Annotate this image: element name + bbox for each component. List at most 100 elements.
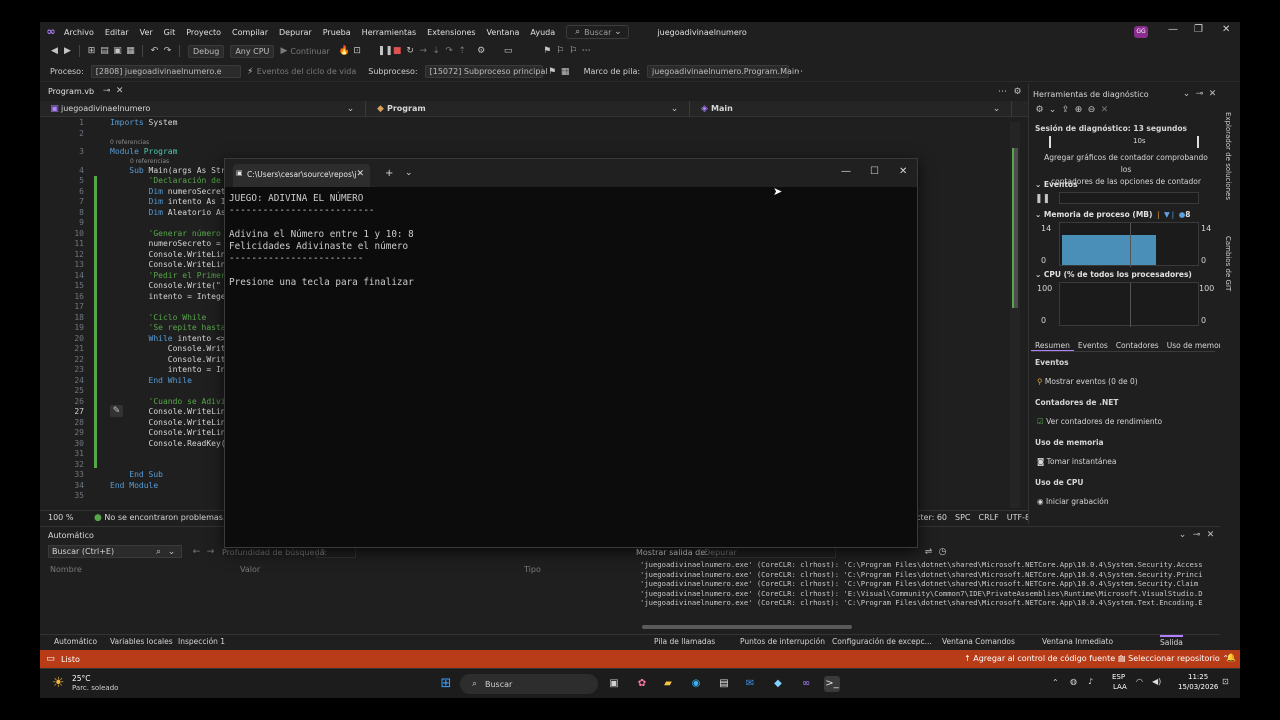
search-box[interactable]: ⌕ Buscar ⌄ bbox=[566, 25, 630, 39]
menu-item[interactable]: Compilar bbox=[232, 28, 268, 37]
flag-icon[interactable]: ⚑ bbox=[546, 66, 559, 78]
bookmark-prev-icon[interactable]: ⚐ bbox=[554, 45, 567, 57]
code-line[interactable]: 'Pedir el Primer bbox=[110, 271, 226, 280]
events-section-title[interactable]: ⌄ Eventos bbox=[1035, 180, 1078, 189]
volume-icon[interactable]: ◀) bbox=[1152, 677, 1161, 686]
diag-tab[interactable]: Eventos bbox=[1074, 341, 1112, 350]
search-back-icon[interactable]: ← bbox=[190, 546, 203, 558]
save-icon[interactable]: ▣ bbox=[111, 45, 124, 57]
method-nav-select[interactable]: ◈ Main ⌄ bbox=[690, 100, 1012, 117]
console-tab[interactable]: ▣ C:\Users\cesar\source\repos\j ✕ bbox=[233, 164, 370, 187]
weather-desc[interactable]: Parc. soleado bbox=[72, 684, 118, 692]
code-line[interactable]: Module Program bbox=[110, 147, 177, 156]
continue-icon[interactable]: ▶ bbox=[277, 45, 290, 57]
show-events-link[interactable]: ⚲ Mostrar eventos (0 de 0) bbox=[1037, 377, 1138, 386]
notifications-icon[interactable]: 🔔 bbox=[1226, 653, 1236, 662]
chevron-down-icon[interactable]: ⌄ bbox=[405, 168, 413, 178]
status-item[interactable]: SPC bbox=[955, 513, 971, 522]
start-recording-button[interactable]: ◉ Iniciar grabación bbox=[1037, 497, 1109, 506]
zoom-out-icon[interactable]: ⊖ bbox=[1085, 104, 1098, 116]
wifi-icon[interactable]: ◠ bbox=[1136, 677, 1143, 686]
copilot-icon[interactable]: ✿ bbox=[634, 676, 650, 692]
status-item[interactable]: CRLF bbox=[979, 513, 999, 522]
new-tab-icon[interactable]: + bbox=[385, 168, 393, 179]
code-line[interactable]: 'Se repite hasta bbox=[110, 323, 226, 332]
clock-date[interactable]: 15/03/2026 bbox=[1178, 683, 1218, 691]
windows-start-icon[interactable]: ⊞ bbox=[438, 676, 454, 692]
bookmark-next-icon[interactable]: ⚐ bbox=[567, 45, 580, 57]
code-line[interactable]: Console.WriteLin bbox=[110, 260, 226, 269]
redo-icon[interactable]: ↷ bbox=[161, 45, 174, 57]
project-nav-select[interactable]: ▣ juegoadivinaelnumero ⌄ bbox=[40, 100, 366, 117]
network-icon[interactable]: ◍ bbox=[1070, 677, 1077, 686]
temperature[interactable]: 25°C bbox=[72, 674, 91, 683]
code-line[interactable]: Dim Aleatorio As bbox=[110, 208, 226, 217]
code-line[interactable]: Dim intento As I bbox=[110, 197, 226, 206]
language[interactable]: ESP bbox=[1112, 673, 1125, 681]
continue-button[interactable]: Continuar bbox=[290, 47, 329, 56]
code-line[interactable]: intento = In bbox=[110, 365, 226, 374]
code-line[interactable]: End Sub bbox=[110, 470, 163, 479]
hot-reload-icon[interactable]: 🔥 bbox=[338, 45, 351, 57]
console-window[interactable]: ▣ C:\Users\cesar\source\repos\j ✕ + ⌄ — … bbox=[224, 158, 918, 548]
cpu-graph[interactable] bbox=[1059, 282, 1199, 327]
code-line[interactable]: Console.WriteLin bbox=[110, 407, 226, 416]
column-value[interactable]: Valor bbox=[240, 565, 260, 574]
undo-icon[interactable]: ↶ bbox=[148, 45, 161, 57]
code-line[interactable]: Imports System bbox=[110, 118, 177, 127]
reset-zoom-icon[interactable]: ✕ bbox=[1098, 104, 1111, 116]
language-layout[interactable]: LAA bbox=[1113, 683, 1127, 691]
mail-icon[interactable]: ✉ bbox=[742, 676, 758, 692]
select-repo-button[interactable]: ▤ Seleccionar repositorio ⌃ bbox=[1118, 654, 1229, 663]
bottom-tab-right[interactable]: Configuración de excepc... bbox=[832, 637, 932, 646]
back-icon[interactable]: ◀ bbox=[48, 45, 61, 57]
autos-search-input[interactable]: Buscar (Ctrl+E) ⌕ ⌄ bbox=[48, 545, 182, 558]
bottom-tab-left[interactable]: Automático bbox=[54, 637, 97, 646]
menu-item[interactable]: Ayuda bbox=[530, 28, 555, 37]
performance-icon[interactable]: ⚙ bbox=[475, 45, 488, 57]
word-wrap-icon[interactable]: ⇌ bbox=[922, 546, 935, 558]
step-out-icon[interactable]: ⇡ bbox=[456, 45, 469, 57]
step-over-icon[interactable]: ↷ bbox=[443, 45, 456, 57]
diag-tab[interactable]: Resumen bbox=[1031, 341, 1074, 351]
diag-tab[interactable]: Contadores bbox=[1112, 341, 1163, 350]
chevron-down-icon[interactable]: ⌄ bbox=[1176, 529, 1189, 541]
new-project-icon[interactable]: ⊞ bbox=[85, 45, 98, 57]
visual-studio-icon[interactable]: ∞ bbox=[798, 676, 814, 692]
code-line[interactable]: End Module bbox=[110, 481, 158, 490]
edge-icon[interactable]: ◉ bbox=[688, 676, 704, 692]
code-line[interactable]: 'Cuando se Adivi bbox=[110, 397, 226, 406]
zoom-in-icon[interactable]: ⊕ bbox=[1072, 104, 1085, 116]
pause-icon[interactable]: ❚❚ bbox=[378, 45, 393, 57]
settings-icon[interactable]: ⚙ bbox=[1033, 104, 1046, 116]
add-source-control-button[interactable]: ↑ Agregar al control de código fuente ⌃ bbox=[964, 654, 1124, 663]
chevron-up-icon[interactable]: ⌃ bbox=[1052, 678, 1059, 687]
menu-item[interactable]: Prueba bbox=[323, 28, 351, 37]
column-type[interactable]: Tipo bbox=[524, 565, 541, 574]
bottom-tab-left[interactable]: Variables locales bbox=[110, 637, 173, 646]
lifecycle-events-icon[interactable]: ⚡ bbox=[244, 66, 257, 78]
bottom-tab-right[interactable]: Ventana Inmediato bbox=[1042, 637, 1113, 646]
menu-item[interactable]: Extensiones bbox=[427, 28, 475, 37]
task-view-icon[interactable]: ▣ bbox=[606, 676, 622, 692]
filter-icon[interactable]: ▦ bbox=[559, 66, 572, 78]
memory-section-title[interactable]: ⌄ Memoria de proceso (MB) ❘ ▼❘ ●8 bbox=[1035, 210, 1190, 219]
minimize-button[interactable]: — bbox=[841, 166, 851, 177]
cpu-section-title[interactable]: ⌄ CPU (% de todos los procesadores) bbox=[1035, 270, 1192, 279]
process-select[interactable]: [2808] juegoadivinaelnumero.e bbox=[90, 65, 241, 78]
column-name[interactable]: Nombre bbox=[50, 565, 82, 574]
taskbar-search[interactable]: ⌕ Buscar bbox=[460, 674, 598, 694]
issues-label[interactable]: No se encontraron problemas. bbox=[104, 513, 225, 522]
step-into-icon[interactable]: ⇣ bbox=[430, 45, 443, 57]
diag-tab[interactable]: Uso de memori bbox=[1163, 341, 1228, 350]
lifecycle-events-label[interactable]: Eventos del ciclo de vida bbox=[257, 67, 356, 76]
close-tab-icon[interactable]: ✕ bbox=[113, 85, 126, 97]
code-line[interactable]: Console.ReadKey( bbox=[110, 439, 226, 448]
menu-item[interactable]: Depurar bbox=[279, 28, 312, 37]
close-button[interactable]: ✕ bbox=[899, 166, 907, 177]
close-tab-icon[interactable]: ✕ bbox=[356, 169, 364, 179]
menu-item[interactable]: Proyecto bbox=[186, 28, 221, 37]
minimize-button[interactable]: — bbox=[1168, 24, 1178, 35]
close-icon[interactable]: ✕ bbox=[1206, 88, 1219, 100]
overflow-icon[interactable]: ⋯ bbox=[580, 45, 593, 57]
